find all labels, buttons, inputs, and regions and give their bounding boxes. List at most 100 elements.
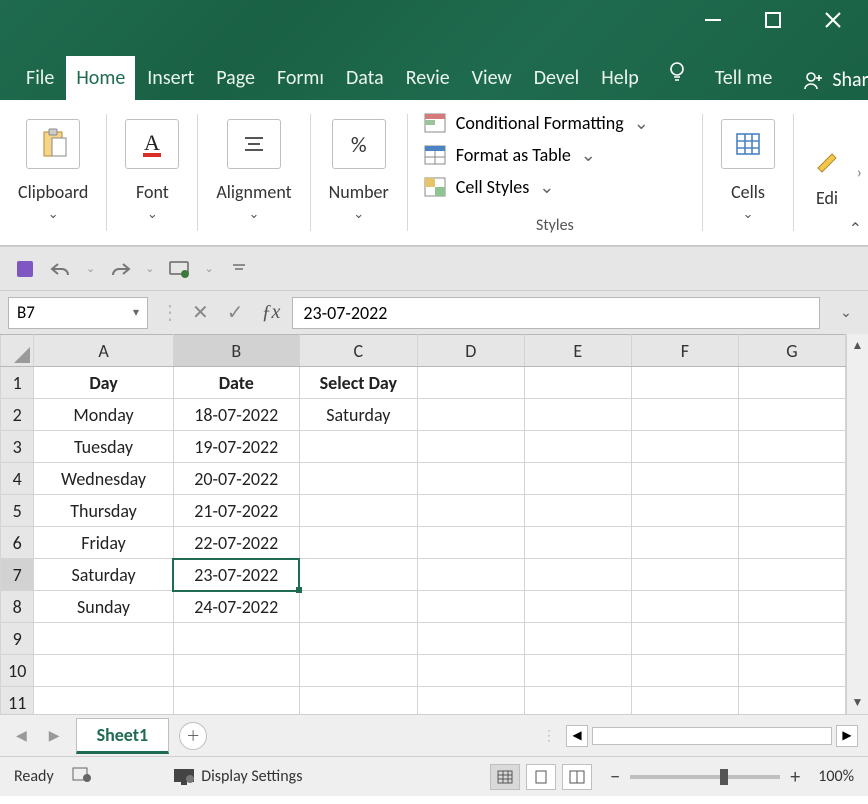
display-settings-button[interactable]: Display Settings (173, 767, 302, 786)
touch-mode-button[interactable] (168, 258, 190, 280)
formula-bar-input[interactable]: 23-07-2022 (292, 297, 820, 329)
cell-C8[interactable] (299, 591, 417, 623)
menu-file[interactable]: File (16, 56, 64, 100)
cell-A3[interactable]: Tuesday (34, 431, 173, 463)
cell-D8[interactable] (417, 591, 524, 623)
column-header-G[interactable]: G (738, 335, 845, 367)
menu-review[interactable]: Revie (396, 56, 460, 100)
cell-B1[interactable]: Date (173, 367, 299, 399)
ribbon-number[interactable]: % Number ⌄ (311, 100, 407, 245)
column-header-A[interactable]: A (34, 335, 173, 367)
scroll-right-button[interactable]: ▶ (836, 725, 858, 747)
cell-A7[interactable]: Saturday (34, 559, 173, 591)
zoom-track[interactable] (630, 775, 780, 779)
column-header-C[interactable]: C (299, 335, 417, 367)
cell-C3[interactable] (299, 431, 417, 463)
row-header-10[interactable]: 10 (1, 655, 34, 687)
zoom-thumb[interactable] (720, 769, 728, 785)
zoom-in-button[interactable]: + (790, 765, 800, 789)
cell-B5[interactable]: 21-07-2022 (173, 495, 299, 527)
cell-F10[interactable] (631, 655, 738, 687)
view-normal-button[interactable] (490, 764, 520, 790)
cell-D3[interactable] (417, 431, 524, 463)
cell-D5[interactable] (417, 495, 524, 527)
row-header-5[interactable]: 5 (1, 495, 34, 527)
cell-B3[interactable]: 19-07-2022 (173, 431, 299, 463)
row-header-6[interactable]: 6 (1, 527, 34, 559)
row-header-1[interactable]: 1 (1, 367, 34, 399)
menu-tell-me[interactable]: Tell me (705, 56, 783, 100)
scroll-down-button[interactable]: ▼ (852, 695, 864, 710)
undo-button[interactable] (50, 258, 72, 280)
cell-G11[interactable] (738, 687, 845, 715)
cell-B8[interactable]: 24-07-2022 (173, 591, 299, 623)
cell-C2[interactable]: Saturday (299, 399, 417, 431)
cell-B4[interactable]: 20-07-2022 (173, 463, 299, 495)
zoom-percent[interactable]: 100% (818, 767, 854, 786)
ribbon-alignment[interactable]: Alignment ⌄ (198, 100, 309, 245)
format-as-table-button[interactable]: Format as Table ⌄ (424, 144, 686, 166)
cell-D6[interactable] (417, 527, 524, 559)
cell-E2[interactable] (524, 399, 631, 431)
name-box[interactable]: B7 ▾ (8, 297, 148, 329)
ribbon-cells[interactable]: Cells ⌄ (703, 100, 793, 245)
ribbon-clipboard[interactable]: Clipboard ⌄ (0, 100, 106, 245)
row-header-7[interactable]: 7 (1, 559, 34, 591)
hscroll-track[interactable] (592, 727, 832, 745)
cell-C10[interactable] (299, 655, 417, 687)
row-header-11[interactable]: 11 (1, 687, 34, 715)
cell-G5[interactable] (738, 495, 845, 527)
scroll-left-button[interactable]: ◀ (566, 725, 588, 747)
cell-A2[interactable]: Monday (34, 399, 173, 431)
cell-D11[interactable] (417, 687, 524, 715)
row-header-8[interactable]: 8 (1, 591, 34, 623)
cell-F6[interactable] (631, 527, 738, 559)
cell-A11[interactable] (34, 687, 173, 715)
cell-E4[interactable] (524, 463, 631, 495)
zoom-out-button[interactable]: − (610, 765, 620, 789)
cell-F5[interactable] (631, 495, 738, 527)
cell-A5[interactable]: Thursday (34, 495, 173, 527)
cell-B9[interactable] (173, 623, 299, 655)
chevron-down-icon[interactable]: ⌄ (145, 262, 154, 275)
ribbon-font[interactable]: A Font ⌄ (107, 100, 197, 245)
menu-data[interactable]: Data (336, 56, 394, 100)
row-header-4[interactable]: 4 (1, 463, 34, 495)
cell-F7[interactable] (631, 559, 738, 591)
cell-D1[interactable] (417, 367, 524, 399)
tab-nav-next[interactable]: ▶ (43, 727, 66, 744)
window-maximize-button[interactable] (762, 9, 784, 31)
row-header-2[interactable]: 2 (1, 399, 34, 431)
tab-nav-prev[interactable]: ◀ (10, 727, 33, 744)
cell-F11[interactable] (631, 687, 738, 715)
cell-F9[interactable] (631, 623, 738, 655)
select-all-corner[interactable] (1, 335, 34, 367)
cell-B10[interactable] (173, 655, 299, 687)
redo-button[interactable] (109, 258, 131, 280)
cell-F3[interactable] (631, 431, 738, 463)
cell-D4[interactable] (417, 463, 524, 495)
sheet-tab-sheet1[interactable]: Sheet1 (76, 718, 170, 754)
macro-record-icon[interactable] (72, 765, 92, 788)
enter-formula-button[interactable]: ✓ (227, 300, 244, 325)
chevron-down-icon[interactable]: ⌄ (48, 207, 59, 222)
menu-formulas[interactable]: Formı (267, 56, 334, 100)
cell-E10[interactable] (524, 655, 631, 687)
cell-D10[interactable] (417, 655, 524, 687)
cell-E5[interactable] (524, 495, 631, 527)
chevron-down-icon[interactable]: ▾ (133, 305, 139, 320)
column-header-D[interactable]: D (417, 335, 524, 367)
cell-G9[interactable] (738, 623, 845, 655)
cell-F1[interactable] (631, 367, 738, 399)
menu-insert[interactable]: Insert (137, 56, 204, 100)
cell-E1[interactable] (524, 367, 631, 399)
menu-help[interactable]: Help (591, 56, 649, 100)
cell-C4[interactable] (299, 463, 417, 495)
chevron-down-icon[interactable]: ⌄ (743, 207, 754, 222)
cell-B2[interactable]: 18-07-2022 (173, 399, 299, 431)
cell-C9[interactable] (299, 623, 417, 655)
cell-G4[interactable] (738, 463, 845, 495)
cell-B6[interactable]: 22-07-2022 (173, 527, 299, 559)
chevron-down-icon[interactable]: ⌄ (353, 207, 364, 222)
cell-G8[interactable] (738, 591, 845, 623)
